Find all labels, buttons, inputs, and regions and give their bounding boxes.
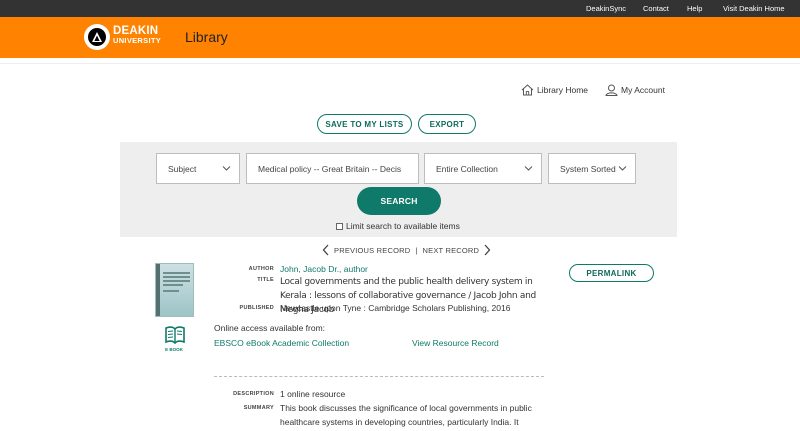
- cover-spine: [156, 264, 160, 316]
- user-icon: [605, 84, 618, 96]
- description-label: DESCRIPTION: [233, 391, 274, 397]
- summary-line-2: healthcare systems in developing countri…: [280, 417, 519, 427]
- published-label: PUBLISHED: [239, 305, 274, 311]
- chevron-down-icon: [618, 166, 627, 171]
- next-record-link[interactable]: NEXT RECORD: [423, 246, 480, 255]
- logo-line-1: DEAKIN: [113, 25, 159, 37]
- cover-title-line: [163, 290, 179, 292]
- sort-select[interactable]: System Sorted: [548, 153, 636, 184]
- search-panel: Subject Medical policy -- Great Britain …: [120, 142, 677, 237]
- chevron-down-icon: [524, 166, 533, 171]
- my-account-label: My Account: [621, 85, 665, 95]
- search-scope-value: Entire Collection: [436, 163, 498, 174]
- published-value: Newcastle upon Tyne : Cambridge Scholars…: [280, 303, 511, 313]
- chevron-left-icon[interactable]: [322, 244, 330, 256]
- cover-title-line: [163, 280, 190, 282]
- search-query-value: Medical policy -- Great Britain -- Decis: [258, 163, 402, 174]
- deakin-logo-icon[interactable]: [84, 24, 110, 50]
- search-button[interactable]: SEARCH: [357, 187, 441, 215]
- search-scope-select[interactable]: Entire Collection: [424, 153, 542, 184]
- link-deakinsync[interactable]: DeakinSync: [586, 0, 626, 17]
- chevron-down-icon: [222, 166, 231, 171]
- link-contact[interactable]: Contact: [643, 0, 669, 17]
- format-label: E BOOK: [165, 347, 183, 352]
- logo-line-2: UNIVERSITY: [113, 36, 162, 45]
- ebsco-collection-link[interactable]: EBSCO eBook Academic Collection: [214, 338, 349, 348]
- site-header: DEAKIN UNIVERSITY Library: [0, 17, 800, 58]
- page-title[interactable]: Library: [185, 29, 228, 45]
- cover-title-line: [163, 284, 183, 286]
- save-to-my-lists-button[interactable]: SAVE TO MY LISTS: [317, 114, 412, 134]
- limit-available-label: Limit search to available items: [346, 221, 460, 231]
- link-help[interactable]: Help: [687, 0, 702, 17]
- limit-available-checkbox[interactable]: Limit search to available items: [336, 220, 460, 232]
- checkbox-box[interactable]: [336, 222, 343, 230]
- section-divider: [214, 376, 544, 377]
- library-home-link[interactable]: Library Home: [521, 82, 588, 98]
- title-label: TITLE: [257, 277, 274, 283]
- home-icon: [521, 84, 534, 96]
- university-logo-text[interactable]: DEAKIN UNIVERSITY: [113, 25, 162, 46]
- author-link[interactable]: John, Jacob Dr., author: [280, 264, 368, 274]
- chevron-right-icon[interactable]: [483, 244, 491, 256]
- search-field-type-value: Subject: [168, 163, 197, 174]
- cover-title-line: [163, 272, 190, 274]
- ebook-icon: [165, 326, 185, 345]
- record-navigation: PREVIOUS RECORD | NEXT RECORD: [322, 243, 491, 257]
- record-nav-separator: |: [415, 245, 418, 255]
- search-query-input[interactable]: Medical policy -- Great Britain -- Decis: [246, 153, 419, 184]
- library-home-label: Library Home: [537, 85, 589, 95]
- summary-line-1: This book discusses the significance of …: [280, 403, 532, 413]
- link-visit-deakin-home[interactable]: Visit Deakin Home: [723, 0, 785, 17]
- export-button[interactable]: EXPORT: [418, 114, 476, 134]
- my-account-link[interactable]: My Account: [605, 82, 665, 98]
- sort-value: System Sorted: [560, 163, 616, 174]
- author-label: AUTHOR: [248, 266, 274, 272]
- online-access-text: Online access available from:: [214, 323, 326, 333]
- book-cover-image[interactable]: [155, 263, 194, 317]
- utility-bar: DeakinSync Contact Help Visit Deakin Hom…: [0, 0, 800, 17]
- search-field-type-select[interactable]: Subject: [156, 153, 240, 184]
- description-value: 1 online resource: [280, 389, 346, 399]
- previous-record-link[interactable]: PREVIOUS RECORD: [334, 246, 410, 255]
- permalink-button[interactable]: PERMALINK: [569, 264, 654, 282]
- header-spacer: [0, 58, 800, 64]
- cover-title-line: [163, 276, 190, 278]
- view-resource-record-link[interactable]: View Resource Record: [412, 338, 499, 348]
- summary-label: SUMMARY: [243, 405, 274, 411]
